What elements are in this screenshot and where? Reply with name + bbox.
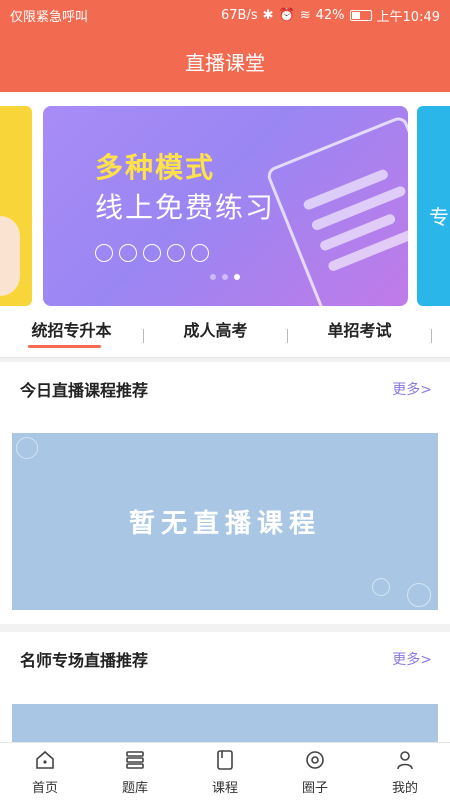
status-indicators: 67B/s ✱ ⏰ ≋ 42% 上午10:49 <box>221 6 440 25</box>
home-icon <box>32 747 58 773</box>
banner-headline: 多种模式 <box>95 151 216 184</box>
category-tabs: 统招专升本 成人高考 单招考试 <box>0 314 450 358</box>
tab-divider <box>431 328 432 343</box>
carousel-indicator <box>210 274 240 280</box>
presenter-image <box>0 216 20 296</box>
teacher-live-section: 名师专场直播推荐 更多> <box>0 632 450 742</box>
course-icon <box>212 747 238 773</box>
teacher-course-card[interactable] <box>12 704 438 742</box>
banner-slide-active[interactable]: 多种模式 线上免费练习 <box>43 106 408 306</box>
carousel-dot <box>210 274 216 280</box>
section-header: 今日直播课程推荐 更多> <box>0 362 450 416</box>
profile-icon <box>392 747 418 773</box>
banner-carousel[interactable]: 多种模式 线上免费练习 专 <box>0 92 450 314</box>
battery-icon <box>349 9 372 21</box>
battery-level: 42% <box>315 7 345 23</box>
tab-chengren[interactable]: 成人高考 <box>144 314 287 358</box>
nav-label: 题库 <box>121 781 148 796</box>
network-speed: 67B/s <box>221 7 258 23</box>
clipboard-illustration <box>264 114 408 306</box>
clock-time: 上午10:49 <box>376 9 440 25</box>
carousel-dot <box>222 274 228 280</box>
tab-label: 单招考试 <box>327 320 392 340</box>
nav-label: 首页 <box>31 781 58 796</box>
section-title: 名师专场直播推荐 <box>20 651 149 670</box>
nav-circle[interactable]: 圈子 <box>270 743 360 800</box>
tab-label: 成人高考 <box>183 320 248 340</box>
alarm-icon: ⏰ <box>278 7 295 23</box>
bottom-navigation: 首页 题库 课程 圈子 我的 <box>0 742 450 800</box>
page-title: 直播课堂 <box>185 50 265 75</box>
empty-state-banner: 暂无直播课程 <box>12 433 438 610</box>
more-link[interactable]: 更多> <box>392 379 432 399</box>
circle-icon <box>302 747 328 773</box>
empty-state-text: 暂无直播课程 <box>128 509 321 539</box>
more-link[interactable]: 更多> <box>392 649 432 669</box>
section-header: 名师专场直播推荐 更多> <box>0 632 450 686</box>
banner-feature-badges <box>95 244 209 262</box>
wifi-icon: ≋ <box>299 7 311 23</box>
banner-next-slide[interactable]: 专 <box>417 106 450 306</box>
carousel-dot-active <box>234 274 240 280</box>
tab-tongzhao[interactable]: 统招专升本 <box>0 314 143 358</box>
today-live-section: 今日直播课程推荐 更多> 暂无直播课程 <box>0 362 450 624</box>
carrier-text: 仅限紧急呼叫 <box>10 9 89 25</box>
banner-prev-slide[interactable] <box>0 106 32 306</box>
tab-label: 统招专升本 <box>31 320 112 340</box>
section-title: 今日直播课程推荐 <box>20 381 149 400</box>
nav-label: 我的 <box>391 781 418 796</box>
nav-profile[interactable]: 我的 <box>360 743 450 800</box>
nav-label: 课程 <box>211 781 238 796</box>
nav-course[interactable]: 课程 <box>180 743 270 800</box>
nav-question-bank[interactable]: 题库 <box>90 743 180 800</box>
bluetooth-icon: ✱ <box>262 7 274 23</box>
question-bank-icon <box>122 747 148 773</box>
banner-subheadline: 线上免费练习 <box>95 191 276 224</box>
nav-label: 圈子 <box>301 781 328 796</box>
tab-danzhao[interactable]: 单招考试 <box>288 314 431 358</box>
nav-home[interactable]: 首页 <box>0 743 90 800</box>
status-bar: 仅限紧急呼叫 67B/s ✱ ⏰ ≋ 42% 上午10:49 <box>0 0 450 30</box>
app-header: 直播课堂 <box>0 30 450 92</box>
next-slide-text: 专 <box>429 205 449 229</box>
